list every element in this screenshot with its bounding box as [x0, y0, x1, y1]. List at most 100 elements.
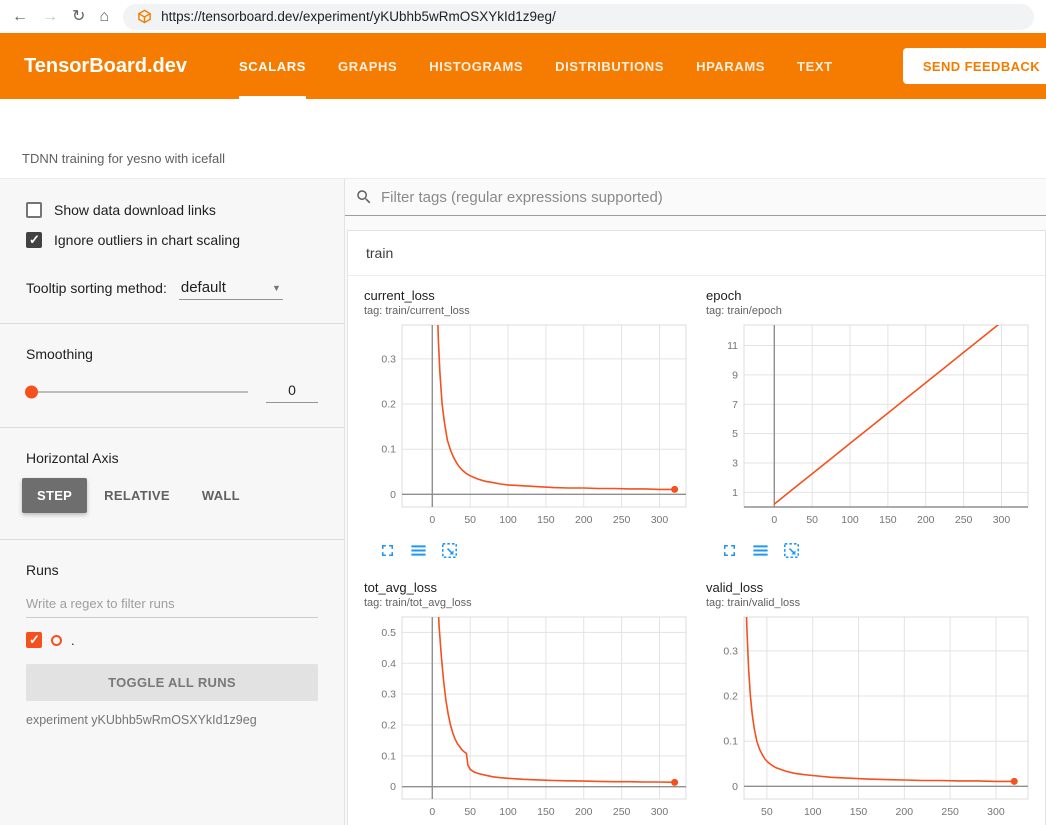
tooltip-sorting-dropdown[interactable]: default ▼: [179, 276, 283, 300]
svg-text:0.4: 0.4: [381, 658, 396, 670]
svg-text:9: 9: [732, 369, 738, 381]
url-text: https://tensorboard.dev/experiment/yKUbh…: [161, 9, 556, 24]
smoothing-slider[interactable]: [26, 391, 248, 393]
run-color-indicator-icon: [51, 635, 62, 646]
svg-text:150: 150: [537, 806, 555, 818]
svg-text:300: 300: [987, 806, 1005, 818]
train-section-header[interactable]: train: [348, 231, 1045, 276]
svg-text:250: 250: [613, 514, 631, 526]
address-bar[interactable]: https://tensorboard.dev/experiment/yKUbh…: [123, 4, 1034, 30]
chart-title: current_loss: [364, 288, 706, 303]
chevron-down-icon: ▼: [272, 283, 281, 293]
chart-plot[interactable]: 00.10.20.3050100150200250300: [364, 321, 706, 538]
smoothing-label: Smoothing: [0, 340, 344, 368]
chart-plot[interactable]: 00.10.20.30.40.5050100150200250300: [364, 613, 706, 825]
svg-text:200: 200: [575, 514, 593, 526]
svg-text:100: 100: [841, 514, 859, 526]
svg-text:0.2: 0.2: [381, 399, 396, 411]
svg-text:150: 150: [850, 806, 868, 818]
experiment-id-text: experiment yKUbhb5wRmOSXYkId1z9eg: [0, 707, 344, 733]
svg-text:0: 0: [429, 514, 435, 526]
smoothing-value-input[interactable]: 0: [266, 380, 318, 403]
home-icon[interactable]: ⌂: [99, 9, 109, 25]
chart-card-tot_avg_loss: tot_avg_losstag: train/tot_avg_loss00.10…: [364, 580, 706, 825]
svg-text:250: 250: [955, 514, 973, 526]
tab-text[interactable]: TEXT: [797, 33, 833, 99]
svg-text:100: 100: [804, 806, 822, 818]
chart-title: epoch: [706, 288, 1046, 303]
svg-text:300: 300: [993, 514, 1011, 526]
content: Show data download links Ignore outliers…: [0, 179, 1046, 825]
svg-text:0.5: 0.5: [381, 627, 396, 639]
svg-text:250: 250: [941, 806, 959, 818]
axis-relative-button[interactable]: RELATIVE: [89, 478, 185, 513]
toggle-all-runs-button[interactable]: TOGGLE ALL RUNS: [26, 664, 318, 701]
svg-text:0: 0: [771, 514, 777, 526]
svg-text:150: 150: [879, 514, 897, 526]
svg-text:200: 200: [896, 806, 914, 818]
charts-grid: current_loss tag: train/current_loss 0 0.1 0…: [348, 276, 1045, 825]
tab-scalars[interactable]: SCALARS: [239, 33, 306, 99]
svg-text:0.1: 0.1: [381, 750, 396, 762]
tab-distributions[interactable]: DISTRIBUTIONS: [555, 33, 664, 99]
run-checkbox[interactable]: [26, 632, 42, 648]
ignore-outliers-row: Ignore outliers in chart scaling: [0, 225, 344, 255]
show-data-download-row: Show data download links: [0, 195, 344, 225]
svg-text:0.1: 0.1: [723, 736, 738, 748]
experiment-description: TDNN training for yesno with icefall: [0, 99, 1046, 179]
tooltip-sorting-row: Tooltip sorting method: default ▼: [0, 269, 344, 307]
tab-graphs[interactable]: GRAPHS: [338, 33, 397, 99]
forward-icon[interactable]: →: [42, 9, 58, 25]
svg-text:0.3: 0.3: [381, 353, 396, 365]
toggle-y-axis-icon[interactable]: [751, 541, 770, 560]
chart-plot[interactable]: 00.10.20.350100150200250300: [706, 613, 1046, 825]
ignore-outliers-checkbox[interactable]: [26, 232, 42, 248]
run-row: .: [0, 618, 344, 654]
tensorboard-favicon-icon: [137, 9, 152, 24]
tab-hparams[interactable]: HPARAMS: [696, 33, 765, 99]
svg-text:0.3: 0.3: [723, 645, 738, 657]
fit-domain-icon[interactable]: [782, 541, 801, 560]
tooltip-sorting-label: Tooltip sorting method:: [26, 280, 167, 296]
smoothing-slider-knob[interactable]: [25, 385, 38, 398]
send-feedback-button[interactable]: SEND FEEDBACK: [903, 48, 1046, 84]
axis-wall-button[interactable]: WALL: [187, 478, 255, 513]
svg-text:1: 1: [732, 487, 738, 499]
tag-filter-input[interactable]: [381, 189, 1036, 206]
back-icon[interactable]: ←: [12, 9, 28, 25]
divider: [0, 323, 344, 324]
divider: [0, 427, 344, 428]
svg-text:0: 0: [732, 781, 738, 793]
chart-tag: tag: train/tot_avg_loss: [364, 597, 706, 609]
chart-card-epoch: epochtag: train/epoch1357911050100150200…: [706, 288, 1046, 560]
show-data-download-links-checkbox[interactable]: [26, 202, 42, 218]
svg-text:50: 50: [761, 806, 773, 818]
browser-toolbar: ← → ↻ ⌂ https://tensorboard.dev/experime…: [0, 0, 1046, 33]
chart-title: tot_avg_loss: [364, 580, 706, 595]
chart-tag: tag: train/valid_loss: [706, 597, 1046, 609]
expand-chart-icon[interactable]: [378, 541, 397, 560]
svg-text:3: 3: [732, 457, 738, 469]
svg-text:100: 100: [499, 514, 517, 526]
settings-sidebar: Show data download links Ignore outliers…: [0, 179, 345, 825]
fit-domain-icon[interactable]: [440, 541, 459, 560]
expand-chart-icon[interactable]: [720, 541, 739, 560]
reload-icon[interactable]: ↻: [72, 9, 85, 25]
svg-text:250: 250: [613, 806, 631, 818]
chart-toolbar: [706, 541, 1046, 560]
ignore-outliers-label: Ignore outliers in chart scaling: [54, 232, 240, 248]
tag-filter-row: [345, 179, 1046, 216]
svg-text:200: 200: [575, 806, 593, 818]
svg-text:100: 100: [499, 806, 517, 818]
chart-tag: tag: train/current_loss: [364, 305, 706, 317]
runs-filter-input[interactable]: [26, 590, 318, 618]
tab-histograms[interactable]: HISTOGRAMS: [429, 33, 523, 99]
axis-step-button[interactable]: STEP: [22, 478, 87, 513]
chart-plot[interactable]: 1357911050100150200250300: [706, 321, 1046, 538]
svg-text:300: 300: [651, 514, 669, 526]
app-header: TensorBoard.dev SCALARS GRAPHS HISTOGRAM…: [0, 33, 1046, 99]
chart-card-valid_loss: valid_losstag: train/valid_loss00.10.20.…: [706, 580, 1046, 825]
svg-text:0: 0: [390, 489, 396, 501]
svg-text:50: 50: [464, 514, 476, 526]
toggle-y-axis-icon[interactable]: [409, 541, 428, 560]
